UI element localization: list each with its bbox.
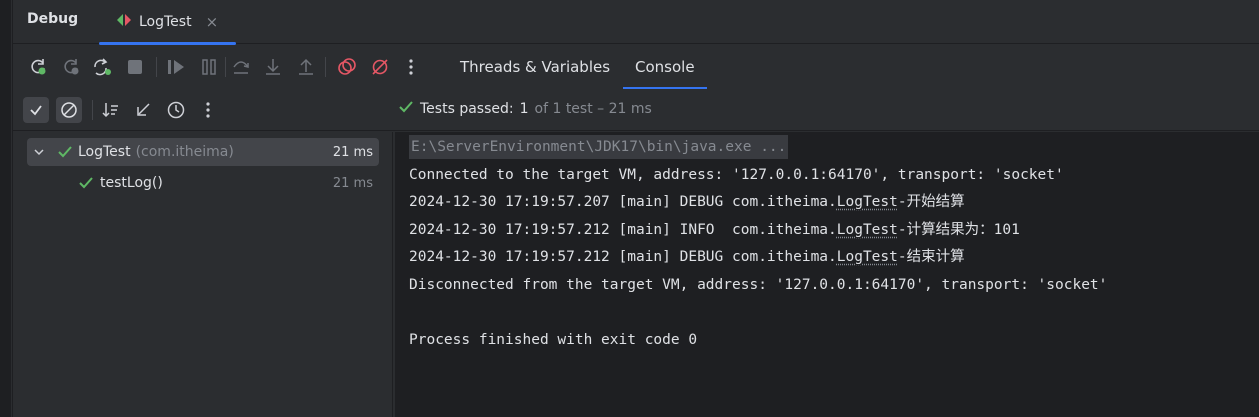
stop-icon[interactable] bbox=[123, 55, 147, 79]
toolbar-separator bbox=[156, 57, 157, 77]
log-message: -开始结算 bbox=[897, 194, 965, 210]
console-line: E:\ServerEnvironment\JDK17\bin\java.exe … bbox=[409, 134, 1259, 162]
history-icon[interactable] bbox=[164, 98, 188, 122]
command-line[interactable]: E:\ServerEnvironment\JDK17\bin\java.exe … bbox=[409, 135, 789, 159]
console-line: 2024-12-30 17:19:57.207 [main] DEBUG com… bbox=[409, 189, 1259, 217]
show-ignored-icon[interactable] bbox=[56, 97, 82, 123]
resume-icon[interactable] bbox=[164, 55, 188, 79]
pause-icon[interactable] bbox=[197, 55, 221, 79]
tests-status: Tests passed: 1 of 1 test – 21 ms bbox=[398, 97, 652, 121]
tree-row-testlog[interactable]: testLog() 21 ms bbox=[27, 169, 379, 197]
tests-passed-label: Tests passed: bbox=[420, 101, 514, 117]
log-prefix: 2024-12-30 17:19:57.207 [main] DEBUG com… bbox=[409, 194, 837, 210]
test-method-name: testLog() bbox=[100, 175, 163, 191]
more-icon[interactable] bbox=[196, 98, 220, 122]
tab-label: Threads & Variables bbox=[460, 58, 611, 76]
rerun-failed-icon[interactable] bbox=[59, 55, 83, 79]
tab-label: Console bbox=[635, 58, 695, 76]
left-tool-strip bbox=[0, 0, 12, 417]
test-class-name: LogTest bbox=[78, 144, 131, 160]
console-line: 2024-12-30 17:19:57.212 [main] INFO com.… bbox=[409, 217, 1259, 245]
step-into-icon[interactable] bbox=[261, 55, 285, 79]
console-line: Connected to the target VM, address: '12… bbox=[409, 166, 1064, 183]
check-icon bbox=[57, 144, 73, 160]
check-icon bbox=[78, 175, 94, 191]
step-out-icon[interactable] bbox=[294, 55, 318, 79]
more-icon[interactable] bbox=[399, 55, 423, 79]
console-output[interactable]: E:\ServerEnvironment\JDK17\bin\java.exe … bbox=[395, 132, 1259, 417]
log-prefix: 2024-12-30 17:19:57.212 [main] INFO com.… bbox=[409, 221, 837, 238]
close-icon[interactable]: × bbox=[206, 13, 219, 31]
run-tab-logtest[interactable]: LogTest × bbox=[99, 0, 236, 45]
console-line: Process finished with exit code 0 bbox=[409, 331, 698, 348]
junit-run-icon bbox=[115, 12, 133, 32]
tool-window-header: Debug LogTest × bbox=[13, 0, 1259, 45]
class-link[interactable]: LogTest bbox=[837, 194, 898, 210]
run-tab-label: LogTest bbox=[139, 14, 192, 30]
tab-console[interactable]: Console bbox=[623, 45, 707, 89]
class-link[interactable]: LogTest bbox=[837, 222, 898, 238]
show-passed-icon[interactable] bbox=[23, 97, 49, 123]
tests-detail: of 1 test – 21 ms bbox=[534, 101, 652, 117]
tab-threads-variables[interactable]: Threads & Variables bbox=[448, 45, 622, 89]
view-breakpoints-icon[interactable] bbox=[335, 55, 359, 79]
tool-window-title: Debug bbox=[27, 11, 79, 27]
test-class-package: (com.itheima) bbox=[135, 144, 234, 160]
toolbar-separator bbox=[325, 57, 326, 77]
rerun-icon[interactable] bbox=[26, 55, 50, 79]
class-link[interactable]: LogTest bbox=[837, 249, 898, 265]
collapse-icon[interactable] bbox=[132, 98, 156, 122]
debug-toolbar: Threads & Variables Console bbox=[13, 45, 1259, 89]
debug-tool-window: Debug LogTest × Threads & Variables Cons… bbox=[13, 0, 1259, 417]
chevron-down-icon[interactable] bbox=[33, 146, 49, 158]
console-line: Disconnected from the target VM, address… bbox=[409, 276, 1108, 293]
step-over-icon[interactable] bbox=[229, 55, 253, 79]
log-prefix: 2024-12-30 17:19:57.212 [main] DEBUG com… bbox=[409, 249, 837, 265]
rerun-automatically-icon[interactable] bbox=[90, 55, 114, 79]
log-message: -结束计算 bbox=[897, 249, 965, 265]
toolbar-separator bbox=[225, 57, 226, 77]
log-message: -计算结果为：101 bbox=[897, 221, 1020, 238]
tests-passed-count: 1 bbox=[519, 101, 529, 117]
test-runner-toolbar: Tests passed: 1 of 1 test – 21 ms bbox=[13, 89, 1259, 131]
mute-breakpoints-icon[interactable] bbox=[368, 55, 392, 79]
test-tree: LogTest (com.itheima) 21 ms testLog() 21… bbox=[13, 132, 393, 417]
test-duration: 21 ms bbox=[332, 175, 373, 191]
tree-row-logtest[interactable]: LogTest (com.itheima) 21 ms bbox=[27, 138, 379, 166]
toolbar-separator bbox=[92, 100, 93, 120]
sort-icon[interactable] bbox=[99, 98, 123, 122]
test-duration: 21 ms bbox=[332, 144, 373, 160]
console-line: 2024-12-30 17:19:57.212 [main] DEBUG com… bbox=[409, 244, 1259, 272]
check-icon bbox=[398, 99, 414, 119]
